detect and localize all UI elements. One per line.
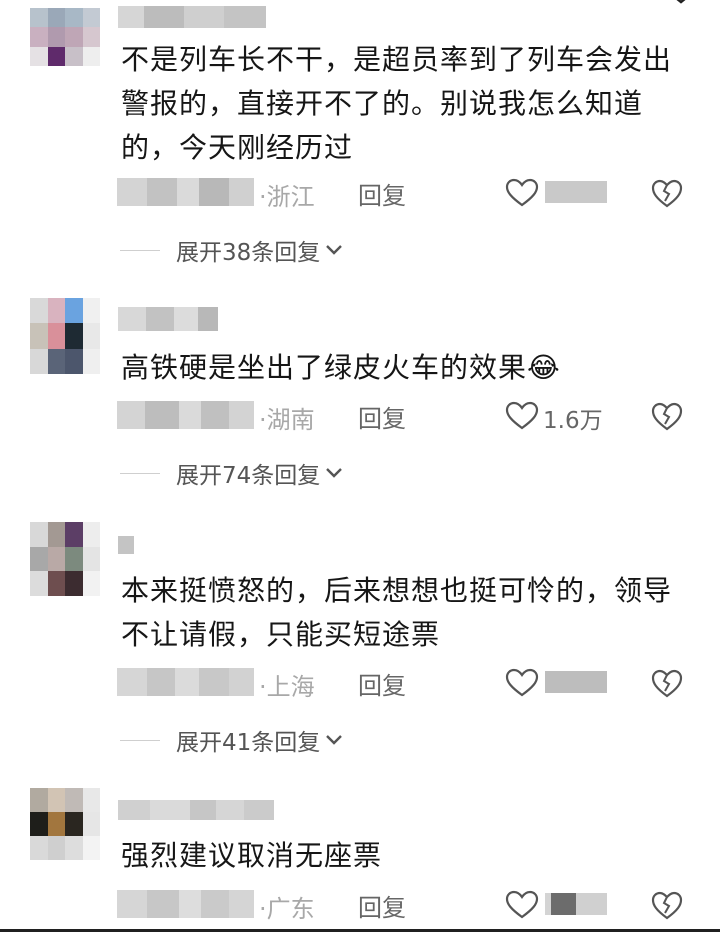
laughing-tears-emoji: 😂 bbox=[527, 351, 561, 384]
comment-meta: ·上海 回复 bbox=[117, 665, 717, 701]
reply-button[interactable]: 回复 bbox=[358, 399, 406, 434]
comment-text: 高铁硬是坐出了绿皮火车的效果😂 bbox=[121, 346, 681, 390]
avatar[interactable] bbox=[30, 788, 100, 860]
divider bbox=[120, 739, 160, 741]
chevron-down-icon bbox=[326, 245, 343, 255]
broken-heart-icon[interactable] bbox=[651, 667, 683, 699]
username[interactable] bbox=[118, 536, 134, 554]
ip-region: ·湖南 bbox=[259, 406, 315, 434]
reply-button[interactable]: 回复 bbox=[358, 888, 406, 923]
comment-text-body: 高铁硬是坐出了绿皮火车的效果 bbox=[121, 351, 528, 384]
comment-meta: ·湖南 回复 1.6万 bbox=[117, 398, 717, 434]
ip-region: ·上海 bbox=[259, 673, 315, 701]
expand-replies-label: 展开74条回复 bbox=[176, 463, 321, 489]
reply-button[interactable]: 回复 bbox=[358, 176, 406, 211]
broken-heart-icon[interactable] bbox=[651, 889, 683, 921]
comment-meta: ·广东 回复 bbox=[117, 887, 717, 923]
expand-replies-button[interactable]: 展开38条回复 bbox=[120, 234, 344, 266]
divider bbox=[120, 249, 160, 251]
timestamp bbox=[117, 668, 254, 696]
chevron-down-icon bbox=[326, 468, 343, 478]
ip-region: ·广东 bbox=[259, 895, 315, 923]
timestamp bbox=[117, 890, 254, 918]
comment-text: 本来挺愤怒的，后来想想也挺可怜的，领导不让请假，只能买短途票 bbox=[121, 574, 673, 651]
divider bbox=[120, 472, 160, 474]
username[interactable] bbox=[118, 307, 218, 331]
avatar[interactable] bbox=[30, 522, 100, 596]
expand-replies-button[interactable]: 展开41条回复 bbox=[120, 724, 344, 756]
broken-heart-icon[interactable] bbox=[651, 400, 683, 432]
broken-heart-icon[interactable] bbox=[651, 177, 683, 209]
reply-button[interactable]: 回复 bbox=[358, 666, 406, 701]
timestamp bbox=[117, 178, 254, 206]
comment-text: 不是列车长不干，是超员率到了列车会发出警报的，直接开不了的。别说我怎么知道的，今… bbox=[121, 43, 673, 164]
like-count bbox=[545, 671, 607, 693]
heart-icon[interactable] bbox=[505, 401, 539, 431]
ip-region: ·浙江 bbox=[259, 183, 315, 211]
timestamp bbox=[117, 401, 254, 429]
chevron-down-icon bbox=[326, 735, 343, 745]
comment-text: 强烈建议取消无座票 bbox=[121, 839, 383, 872]
username[interactable] bbox=[118, 800, 274, 820]
heart-icon[interactable] bbox=[505, 890, 539, 920]
expand-replies-label: 展开41条回复 bbox=[176, 730, 321, 756]
chevron-icon bbox=[676, 0, 686, 4]
expand-replies-label: 展开38条回复 bbox=[176, 240, 321, 266]
heart-icon[interactable] bbox=[505, 178, 539, 208]
like-count bbox=[545, 181, 607, 203]
username[interactable] bbox=[118, 6, 266, 28]
avatar[interactable] bbox=[30, 298, 100, 374]
avatar[interactable] bbox=[30, 8, 100, 66]
like-count bbox=[545, 893, 607, 915]
comment-meta: ·浙江 回复 bbox=[117, 175, 717, 211]
expand-replies-button[interactable]: 展开74条回复 bbox=[120, 457, 344, 489]
heart-icon[interactable] bbox=[505, 668, 539, 698]
like-count: 1.6万 bbox=[543, 408, 603, 434]
